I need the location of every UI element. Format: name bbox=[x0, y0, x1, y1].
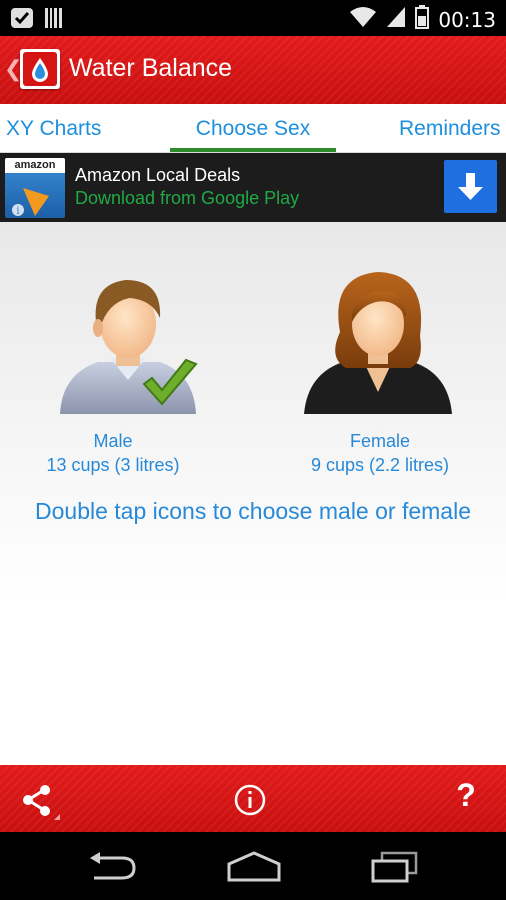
home-button[interactable] bbox=[226, 850, 282, 889]
ad-banner[interactable]: amazon i Amazon Local Deals Download fro… bbox=[0, 153, 506, 222]
male-label: Male bbox=[93, 431, 133, 451]
recent-apps-button[interactable] bbox=[370, 850, 420, 889]
amazon-logo-icon: amazon i bbox=[5, 158, 65, 218]
back-button[interactable] bbox=[86, 850, 138, 889]
info-icon bbox=[234, 784, 266, 816]
female-label: Female bbox=[349, 431, 411, 451]
wifi-icon bbox=[349, 6, 377, 33]
help-icon: ? bbox=[456, 777, 476, 813]
male-option[interactable] bbox=[48, 262, 208, 422]
app-bar: ❮ Water Balance bbox=[0, 36, 506, 104]
home-icon bbox=[227, 851, 281, 882]
choose-sex-panel: Male 13 cups (3 litres) Female 9 cups (2… bbox=[0, 222, 506, 765]
system-nav-bar bbox=[0, 832, 506, 900]
female-avatar-icon bbox=[304, 272, 452, 414]
download-arrow-icon bbox=[458, 173, 483, 200]
ad-subtitle: Download from Google Play bbox=[75, 188, 300, 208]
app-title: Water Balance bbox=[69, 54, 233, 82]
status-time: 00:13 bbox=[438, 7, 496, 32]
signal-icon bbox=[386, 6, 406, 33]
svg-text:i: i bbox=[16, 206, 19, 217]
bottom-toolbar: ? bbox=[0, 765, 506, 832]
download-button[interactable] bbox=[444, 160, 497, 213]
selected-checkmark-icon bbox=[142, 358, 198, 406]
tab-bar: XY Charts Choose Sex Reminders bbox=[0, 104, 506, 153]
notification-check-icon bbox=[10, 7, 34, 34]
instruction-text: Double tap icons to choose male or femal… bbox=[35, 498, 471, 524]
help-button[interactable]: ? bbox=[446, 777, 486, 817]
battery-icon bbox=[415, 5, 430, 34]
app-logo-icon[interactable] bbox=[20, 49, 60, 89]
tab-reminders[interactable]: Reminders bbox=[399, 104, 501, 152]
tab-xy-charts[interactable]: XY Charts bbox=[6, 104, 101, 152]
back-icon bbox=[90, 852, 136, 880]
tab-choose-sex[interactable]: Choose Sex bbox=[170, 104, 336, 152]
male-amount: 13 cups (3 litres) bbox=[46, 455, 180, 475]
status-bar: 00:13 bbox=[0, 0, 506, 36]
barcode-icon bbox=[44, 7, 64, 34]
female-amount: 9 cups (2.2 litres) bbox=[310, 455, 450, 475]
female-option[interactable] bbox=[298, 262, 458, 422]
info-button[interactable] bbox=[230, 780, 270, 820]
share-icon bbox=[23, 785, 60, 820]
share-button[interactable] bbox=[18, 780, 60, 820]
recent-apps-icon bbox=[371, 851, 418, 883]
ad-title: Amazon Local Deals bbox=[75, 165, 241, 185]
